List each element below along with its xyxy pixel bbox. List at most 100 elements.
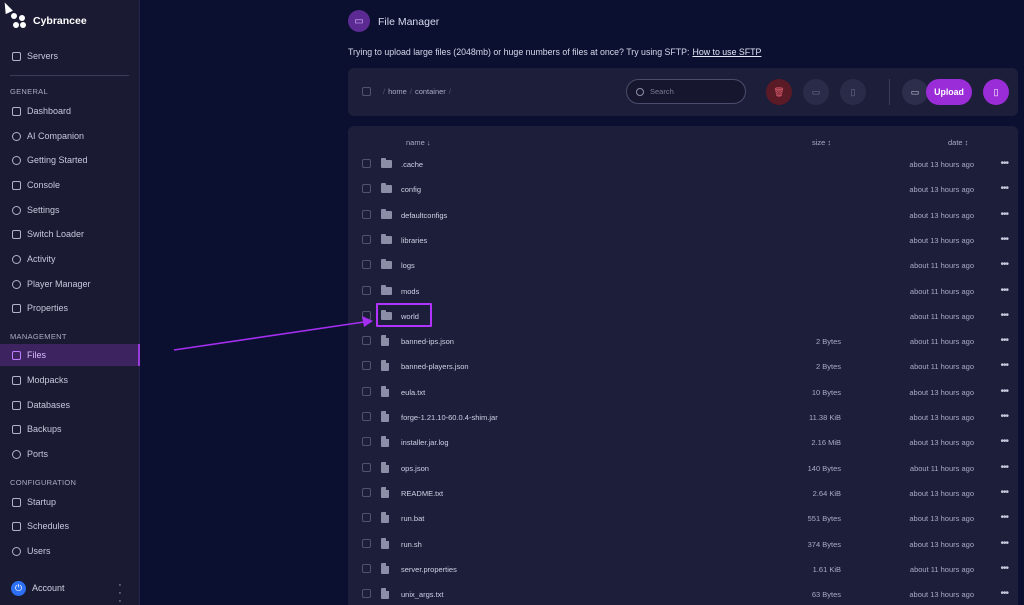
breadcrumb-container[interactable]: container — [415, 87, 446, 96]
more-horizontal-icon[interactable]: ••• — [1000, 512, 1008, 523]
file-name[interactable]: forge-1.21.10-60.0.4-shim.jar — [401, 413, 498, 422]
sidebar-item-schedules[interactable]: Schedules — [0, 515, 140, 537]
row-checkbox[interactable] — [362, 336, 371, 346]
more-horizontal-icon[interactable]: ••• — [1000, 158, 1008, 169]
file-name[interactable]: .cache — [401, 160, 423, 169]
more-horizontal-icon[interactable]: ••• — [1000, 563, 1008, 574]
row-checkbox[interactable] — [362, 437, 371, 447]
row-checkbox[interactable] — [362, 184, 371, 194]
sidebar-item-modpacks[interactable]: Modpacks — [0, 369, 140, 391]
row-checkbox[interactable] — [362, 361, 371, 371]
file-name[interactable]: run.bat — [401, 514, 424, 523]
row-checkbox[interactable] — [362, 285, 371, 295]
row-checkbox[interactable] — [362, 412, 371, 421]
more-horizontal-icon[interactable]: ••• — [1000, 538, 1008, 549]
move-button[interactable]: ▭ — [803, 79, 829, 105]
more-horizontal-icon[interactable]: ••• — [1000, 183, 1008, 194]
file-name[interactable]: unix_args.txt — [401, 590, 444, 599]
more-horizontal-icon[interactable]: ••• — [1000, 360, 1008, 371]
file-name[interactable]: run.sh — [401, 540, 422, 549]
search-input[interactable] — [650, 87, 730, 96]
file-row[interactable]: run.bat 551 Bytes about 13 hours ago ••• — [348, 505, 1018, 530]
more-horizontal-icon[interactable]: ••• — [1000, 310, 1008, 321]
column-header-name[interactable]: name ↓ — [406, 138, 431, 147]
file-name[interactable]: eula.txt — [401, 388, 425, 397]
file-name[interactable]: banned-ips.json — [401, 337, 454, 346]
file-row[interactable]: run.sh 374 Bytes about 13 hours ago ••• — [348, 531, 1018, 556]
sidebar-item-settings[interactable]: Settings — [0, 199, 140, 221]
sidebar-item-switch-loader[interactable]: Switch Loader — [0, 223, 140, 245]
file-row[interactable]: ops.json 140 Bytes about 11 hours ago ••• — [348, 455, 1018, 480]
more-horizontal-icon[interactable]: ••• — [1000, 411, 1008, 422]
search-box[interactable] — [626, 79, 746, 104]
new-file-button[interactable]: ▯ — [983, 79, 1009, 105]
sidebar-item-console[interactable]: Console — [0, 174, 140, 196]
file-name[interactable]: mods — [401, 287, 419, 296]
folder-row[interactable]: libraries about 13 hours ago ••• — [348, 227, 1018, 252]
row-checkbox[interactable] — [362, 386, 371, 396]
account-menu[interactable]: ⏻ Account · · · — [0, 571, 140, 605]
row-checkbox[interactable] — [362, 159, 371, 168]
file-name[interactable]: config — [401, 185, 421, 194]
folder-row[interactable]: .cache about 13 hours ago ••• — [348, 151, 1018, 176]
more-horizontal-icon[interactable]: ••• — [1000, 335, 1008, 346]
more-horizontal-icon[interactable]: ••• — [1000, 588, 1008, 599]
sidebar-item-ai-companion[interactable]: AI Companion — [0, 125, 140, 147]
row-checkbox[interactable] — [362, 487, 371, 497]
row-checkbox[interactable] — [362, 513, 371, 523]
file-name[interactable]: ops.json — [401, 464, 429, 473]
folder-row[interactable]: config about 13 hours ago ••• — [348, 176, 1018, 201]
file-row[interactable]: installer.jar.log 2.16 MiB about 13 hours … — [348, 429, 1018, 454]
more-horizontal-icon[interactable]: ••• — [1000, 386, 1008, 397]
sidebar-item-backups[interactable]: Backups — [0, 418, 140, 440]
sidebar-item-getting-started[interactable]: Getting Started — [0, 149, 140, 171]
folder-row[interactable]: defaultconfigs about 13 hours ago ••• — [348, 202, 1018, 227]
folder-row[interactable]: mods about 11 hours ago ••• — [348, 278, 1018, 303]
row-checkbox[interactable] — [362, 589, 371, 599]
row-checkbox[interactable] — [362, 310, 371, 320]
folder-row[interactable]: world about 11 hours ago ••• — [348, 303, 1018, 328]
more-horizontal-icon[interactable]: ••• — [1000, 462, 1008, 473]
sidebar-item-dashboard[interactable]: Dashboard — [0, 100, 140, 122]
sidebar-item-servers[interactable]: Servers — [0, 45, 140, 67]
sidebar-item-player-manager[interactable]: Player Manager — [0, 273, 140, 295]
more-horizontal-icon[interactable]: ••• — [1000, 234, 1008, 245]
sidebar-item-databases[interactable]: Databases — [0, 394, 140, 416]
sidebar-item-activity[interactable]: Activity — [0, 248, 140, 270]
file-name[interactable]: README.txt — [401, 489, 443, 498]
more-horizontal-icon[interactable]: ••• — [1000, 259, 1008, 270]
more-horizontal-icon[interactable]: ••• — [1000, 209, 1008, 220]
sidebar-item-startup[interactable]: Startup — [0, 491, 140, 513]
file-row[interactable]: banned-players.json 2 Bytes about 11 hours… — [348, 353, 1018, 378]
breadcrumb-home[interactable]: home — [388, 87, 407, 96]
file-row[interactable]: server.properties 1.61 KiB about 11 hours … — [348, 556, 1018, 581]
column-header-date[interactable]: date ↕ — [948, 138, 968, 147]
row-checkbox[interactable] — [362, 538, 371, 548]
file-row[interactable]: unix_args.txt 63 Bytes about 13 hours ago •… — [348, 581, 1018, 605]
delete-button[interactable]: 🗑︎ — [766, 79, 792, 105]
file-name[interactable]: installer.jar.log — [401, 438, 449, 447]
sidebar-item-files[interactable]: Files — [0, 344, 140, 366]
more-vertical-icon[interactable]: · · · — [118, 580, 122, 605]
file-name[interactable]: defaultconfigs — [401, 211, 447, 220]
file-row[interactable]: README.txt 2.64 KiB about 13 hours ago ••• — [348, 480, 1018, 505]
row-checkbox[interactable] — [362, 462, 371, 472]
file-name[interactable]: libraries — [401, 236, 427, 245]
select-all-checkbox[interactable] — [362, 87, 371, 96]
file-row[interactable]: forge-1.21.10-60.0.4-shim.jar 11.38 KiB ab… — [348, 404, 1018, 429]
file-row[interactable]: banned-ips.json 2 Bytes about 11 hours ago… — [348, 328, 1018, 353]
row-checkbox[interactable] — [362, 563, 371, 573]
more-horizontal-icon[interactable]: ••• — [1000, 487, 1008, 498]
more-horizontal-icon[interactable]: ••• — [1000, 436, 1008, 447]
file-name[interactable]: banned-players.json — [401, 362, 469, 371]
folder-row[interactable]: logs about 11 hours ago ••• — [348, 252, 1018, 277]
brand[interactable]: Cybrancee — [11, 13, 87, 29]
column-header-size[interactable]: size ↕ — [812, 138, 831, 147]
file-row[interactable]: eula.txt 10 Bytes about 13 hours ago ••• — [348, 379, 1018, 404]
file-name[interactable]: logs — [401, 261, 415, 270]
archive-button[interactable]: ▯ — [840, 79, 866, 105]
upload-button[interactable]: Upload — [926, 79, 972, 105]
sftp-help-link[interactable]: How to use SFTP — [692, 47, 761, 57]
row-checkbox[interactable] — [362, 209, 371, 219]
row-checkbox[interactable] — [362, 234, 371, 244]
